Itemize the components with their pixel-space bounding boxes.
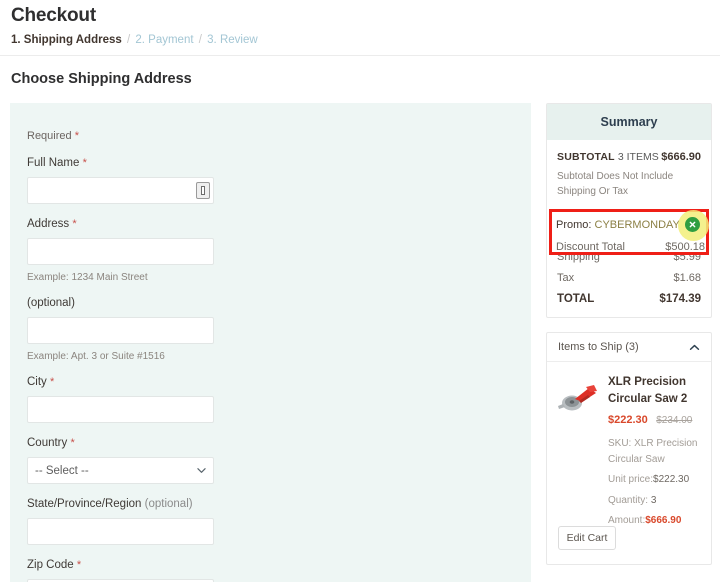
field-optional-state: (optional)	[144, 498, 193, 510]
required-note-star: *	[74, 130, 79, 142]
summary-row-promo: Promo: CYBERMONDAY	[556, 210, 709, 241]
country-select[interactable]: -- Select --	[27, 457, 214, 484]
field-label-zip-code: Zip Code *	[27, 559, 307, 571]
full-name-input[interactable]	[27, 177, 214, 204]
summary-header: Summary	[547, 104, 711, 140]
items-to-ship-header[interactable]: Items to Ship (3)	[547, 333, 711, 362]
breadcrumb: 1. Shipping Address / 2. Payment / 3. Re…	[11, 34, 258, 46]
summary-row-subtotal: SUBTOTAL 3 ITEMS $666.90	[557, 151, 701, 163]
breadcrumb-separator-1: /	[126, 34, 131, 46]
product-sku: SKU: XLR Precision Circular Saw	[608, 436, 701, 467]
circular-saw-thumbnail	[555, 374, 603, 534]
field-label-full-name: Full Name *	[27, 157, 307, 169]
city-input[interactable]	[27, 396, 214, 423]
field-label-city: City *	[27, 376, 307, 388]
product-price-line: $222.30 $234.00	[608, 410, 701, 428]
remove-promo-icon[interactable]	[685, 217, 700, 232]
product-price-original: $234.00	[656, 415, 693, 427]
total-label: TOTAL	[557, 293, 595, 305]
product-amount-label: Amount:	[608, 515, 646, 527]
field-required-star-city: *	[50, 376, 55, 388]
page-title: Checkout	[11, 5, 96, 26]
breadcrumb-step-payment[interactable]: 2. Payment	[135, 34, 193, 46]
shipping-address-form-panel: Required * Full Name * Address * Example…	[10, 103, 531, 582]
checkout-page: Checkout 1. Shipping Address / 2. Paymen…	[0, 0, 720, 582]
chevron-up-icon[interactable]	[689, 344, 700, 351]
remove-promo-button[interactable]	[678, 210, 709, 241]
field-full-name: Full Name *	[27, 157, 307, 204]
discount-label: Discount Total	[556, 241, 625, 253]
field-label-city-text: City	[27, 376, 47, 388]
field-address: Address * Example: 1234 Main Street	[27, 218, 307, 283]
field-label-address-text: Address	[27, 218, 70, 230]
items-to-ship-card: Items to Ship (3) XLR Precision Circular…	[546, 332, 712, 565]
required-note: Required *	[27, 130, 307, 142]
product-price-current: $222.30	[608, 414, 648, 427]
field-label-state: State/Province/Region (optional)	[27, 498, 307, 510]
product-quantity-label: Quantity:	[608, 494, 649, 506]
summary-row-tax: Tax $1.68	[557, 272, 701, 284]
items-to-ship-title: Items to Ship (3)	[558, 341, 639, 353]
tax-value: $1.68	[673, 272, 701, 284]
subtotal-items-count: 3 ITEMS	[617, 151, 659, 163]
summary-row-total: TOTAL $174.39	[557, 293, 701, 305]
breadcrumb-step-review[interactable]: 3. Review	[207, 34, 258, 46]
product-quantity-value: 3	[650, 494, 657, 506]
field-label-country: Country *	[27, 437, 307, 449]
field-address-line-2: (optional) Example: Apt. 3 or Suite #151…	[27, 297, 307, 362]
promo-section: Promo: CYBERMONDAY Discount Total $500.1…	[556, 210, 709, 260]
field-label-zip-code-text: Zip Code	[27, 559, 74, 571]
product-amount: Amount:$666.90	[608, 513, 701, 529]
field-required-star-address: *	[72, 218, 77, 230]
tax-label: Tax	[557, 272, 575, 284]
product-unit-price-value: $222.30	[653, 474, 690, 486]
product-amount-value: $666.90	[645, 515, 682, 527]
breadcrumb-separator-2: /	[198, 34, 202, 46]
subtotal-value: $666.90	[661, 151, 701, 163]
subtotal-label: SUBTOTAL	[557, 151, 615, 163]
edit-cart-button[interactable]: Edit Cart	[558, 526, 616, 550]
address-line-2-input[interactable]	[27, 317, 214, 344]
chevron-down-icon	[197, 468, 206, 473]
autofill-icon[interactable]	[196, 182, 210, 199]
field-country: Country * -- Select --	[27, 437, 307, 484]
product-unit-price-label: Unit price:	[608, 474, 654, 486]
product-name[interactable]: XLR Precision Circular Saw 2	[608, 374, 701, 407]
promo-label: Promo:	[556, 219, 592, 231]
field-zip-code: Zip Code * Example: 94117	[27, 559, 307, 582]
field-required-star-country: *	[70, 437, 75, 449]
summary-row-discount: Discount Total $500.18	[556, 241, 705, 253]
address-hint: Example: 1234 Main Street	[27, 272, 148, 283]
field-label-full-name-text: Full Name	[27, 157, 80, 169]
header-divider	[0, 55, 720, 56]
field-label-address-line-2: (optional)	[27, 297, 307, 309]
field-required-star-zip: *	[76, 559, 82, 571]
field-label-address: Address *	[27, 218, 307, 230]
summary-heading: Summary	[600, 115, 658, 129]
state-input[interactable]	[27, 518, 214, 545]
field-label-country-text: Country	[27, 437, 68, 449]
address-line-2-hint: Example: Apt. 3 or Suite #1516	[27, 351, 165, 362]
address-input[interactable]	[27, 238, 214, 265]
subtotal-note: Subtotal Does Not Include Shipping Or Ta…	[557, 171, 674, 197]
product-quantity: Quantity: 3	[608, 493, 701, 509]
total-value: $174.39	[659, 293, 701, 305]
product-unit-price: Unit price:$222.30	[608, 472, 701, 488]
country-select-value: -- Select --	[35, 464, 89, 477]
product-sku-label: SKU:	[608, 438, 632, 450]
field-label-address-line-2-text: (optional)	[27, 297, 75, 309]
promo-code: CYBERMONDAY	[594, 219, 680, 231]
breadcrumb-step-shipping-address[interactable]: 1. Shipping Address	[11, 34, 122, 46]
list-item: XLR Precision Circular Saw 2 $222.30 $23…	[547, 362, 711, 534]
discount-value: $500.18	[665, 241, 705, 253]
field-state-province-region: State/Province/Region (optional)	[27, 498, 307, 545]
field-city: City *	[27, 376, 307, 423]
section-title: Choose Shipping Address	[11, 71, 192, 87]
field-required-star-full-name: *	[82, 157, 87, 169]
required-note-text: Required	[27, 130, 72, 142]
field-label-state-text: State/Province/Region	[27, 498, 142, 510]
